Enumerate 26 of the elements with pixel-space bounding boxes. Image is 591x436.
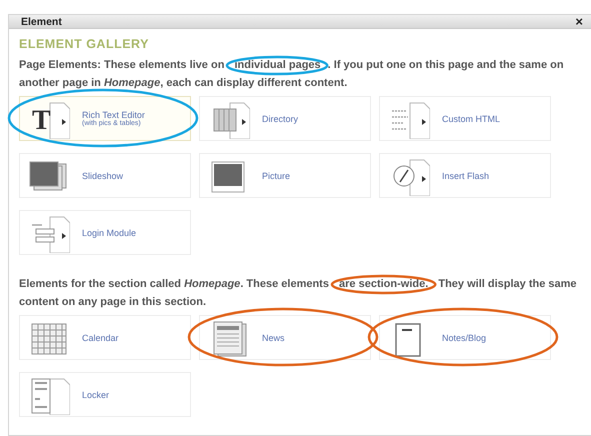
tile-label: Picture bbox=[262, 170, 290, 180]
tile-label: Custom HTML bbox=[442, 114, 500, 124]
section-description: Elements for the section called Homepage. These elements are section-wide. They will display the same content on any page in this section. bbox=[19, 275, 584, 311]
gallery-heading: ELEMENT GALLERY bbox=[19, 37, 150, 51]
tile-label: Calendar bbox=[82, 332, 119, 342]
element-tile[interactable]: Login Module bbox=[19, 210, 191, 255]
tile-label: Rich Text Editor bbox=[82, 110, 145, 120]
element-tile[interactable]: Locker bbox=[19, 372, 191, 417]
element-tile[interactable]: Custom HTML bbox=[379, 96, 551, 141]
tile-label: Notes/Blog bbox=[442, 332, 486, 342]
window-title: Element bbox=[21, 16, 62, 28]
section-description: Page Elements: These elements live on individual pages . If you put one on this page and the same on another page in Homepage, each can display different content. bbox=[19, 56, 584, 92]
element-tile[interactable]: Slideshow bbox=[19, 153, 191, 198]
tile-label: Insert Flash bbox=[442, 170, 490, 180]
element-tile[interactable]: Directory bbox=[199, 96, 371, 141]
tile-label: Directory bbox=[262, 114, 298, 124]
tile-label: Locker bbox=[82, 390, 110, 400]
element-tile[interactable]: Notes/Blog bbox=[379, 315, 551, 360]
tile-label: Login Module bbox=[82, 228, 136, 238]
element-tile[interactable]: News bbox=[199, 315, 371, 360]
element-tile[interactable]: Picture bbox=[199, 153, 371, 198]
tile-label: News bbox=[262, 332, 285, 342]
tile-label: Slideshow bbox=[82, 170, 124, 180]
close-button[interactable]: × bbox=[573, 15, 585, 28]
element-tile[interactable]: Calendar bbox=[19, 315, 191, 360]
element-tile[interactable]: Insert Flash bbox=[379, 153, 551, 198]
